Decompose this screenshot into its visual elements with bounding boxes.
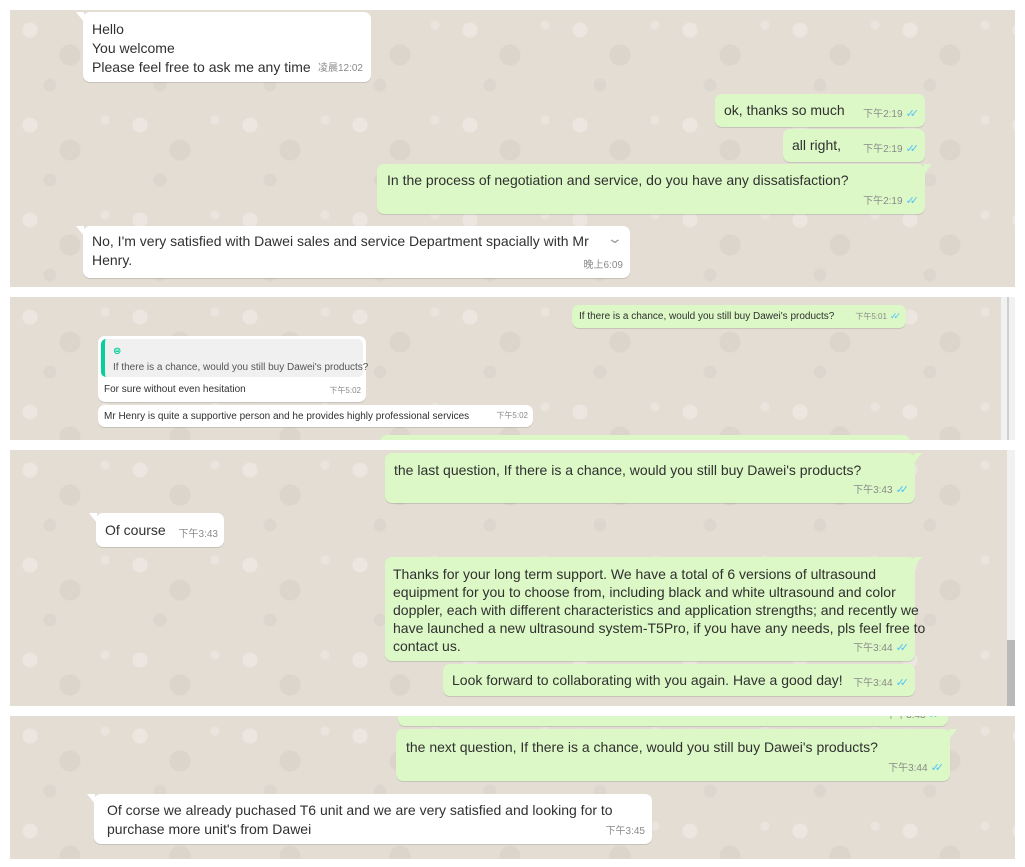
outgoing-message[interactable]: Look forward to collaborating with you a… (443, 664, 915, 696)
incoming-message[interactable]: Mr Henry is quite a supportive person an… (98, 405, 533, 427)
message-text: Of course (105, 522, 166, 538)
message-meta: 下午2:19 ✓✓ (863, 105, 919, 124)
incoming-message[interactable]: Of course 下午3:43 (89, 513, 224, 547)
outgoing-message[interactable]: the next question, If there is a chance,… (396, 729, 957, 781)
message-time: 下午3:43 (853, 485, 893, 496)
outgoing-message[interactable]: all right, 下午2:19 ✓✓ (783, 129, 925, 162)
message-text: If there is a chance, would you still bu… (579, 311, 835, 322)
message-text: the last question, If there is a chance,… (394, 462, 862, 478)
message-text: have launched a new ultrasound system-T5… (393, 620, 926, 636)
read-receipt-icon: ✓✓ (895, 677, 910, 689)
message-meta: 下午3:43 ✓✓ (886, 716, 942, 725)
chat-panel-1: Hello You welcome Please feel free to as… (10, 10, 1015, 287)
incoming-message[interactable]: No, I'm very satisfied with Dawei sales … (76, 226, 630, 278)
message-time: 晚上6:09 (583, 260, 623, 271)
incoming-message[interactable]: Of corse we already puchased T6 unit and… (87, 794, 652, 844)
message-text: Of corse we already puchased T6 unit and… (107, 802, 613, 818)
outgoing-message[interactable]: In the process of negotiation and servic… (377, 164, 932, 214)
message-text: Look forward to collaborating with you a… (452, 672, 843, 688)
message-meta: 下午3:44 ✓✓ (888, 759, 944, 778)
message-time: 下午3:43 (178, 529, 218, 540)
message-meta: 下午3:43 ✓✓ (853, 481, 909, 500)
message-time: 下午5:01 (855, 312, 887, 321)
message-meta: 下午5:01 ✓✓ (855, 307, 902, 326)
read-receipt-icon: ✓✓ (929, 716, 943, 725)
message-time: 凌晨12:02 (317, 63, 363, 74)
message-text: contact us. (393, 638, 461, 654)
read-receipt-icon: ✓✓ (895, 642, 910, 654)
message-text: For sure without even hesitation (104, 384, 246, 395)
read-receipt-icon: ✓✓ (905, 143, 920, 155)
incoming-message[interactable]: Hello You welcome Please feel free to as… (76, 12, 371, 82)
chat-panel-4: 下午3:43 ✓✓ the next question, If there is… (10, 716, 1015, 859)
message-text: In the process of negotiation and servic… (387, 172, 849, 188)
message-text: Mr Henry is quite a supportive person an… (104, 411, 470, 422)
message-text: You welcome (92, 40, 175, 56)
outgoing-message[interactable]: If there is a chance, would you still bu… (572, 305, 906, 328)
message-text: the next question, If there is a chance,… (406, 739, 878, 755)
read-receipt-icon: ✓✓ (930, 762, 945, 774)
message-time: 下午3:43 (886, 716, 925, 725)
message-time: 下午5:02 (329, 386, 361, 395)
scrollbar-thumb[interactable] (1007, 640, 1015, 706)
message-text: all right, (792, 137, 842, 153)
message-time: 下午2:19 (863, 196, 903, 207)
message-time: 下午2:19 (863, 144, 903, 155)
read-receipt-icon: ✓✓ (895, 484, 910, 496)
message-time: 下午3:44 (853, 643, 893, 654)
chat-panel-3: the last question, If there is a chance,… (10, 450, 1015, 706)
message-time: 下午3:44 (853, 678, 893, 689)
message-text: purchase more unit's from Dawei (107, 821, 312, 837)
outgoing-message-partial (380, 435, 910, 440)
message-meta: 下午3:44 ✓✓ (853, 639, 909, 658)
message-meta: 下午2:19 ✓✓ (863, 140, 919, 159)
read-receipt-icon: ✓✓ (889, 311, 901, 321)
outgoing-message-partial: 下午3:43 ✓✓ (398, 716, 948, 726)
quote-text: If there is a chance, would you still bu… (113, 362, 369, 373)
message-time: 下午3:44 (888, 763, 928, 774)
message-text: ok, thanks so much (724, 102, 845, 118)
read-receipt-icon: ✓✓ (905, 108, 920, 120)
chat-panel-2: If there is a chance, would you still bu… (10, 297, 1015, 440)
scrollbar-thumb[interactable] (1007, 297, 1009, 440)
quoted-message[interactable]: ⊜ If there is a chance, would you still … (101, 339, 368, 377)
message-meta: 下午3:44 ✓✓ (853, 674, 909, 693)
incoming-message[interactable]: ⊜ If there is a chance, would you still … (98, 336, 368, 402)
read-receipt-icon: ✓✓ (905, 195, 920, 207)
message-time: 下午2:19 (863, 109, 903, 120)
outgoing-message[interactable]: ok, thanks so much 下午2:19 ✓✓ (715, 94, 925, 127)
scrollbar[interactable] (1007, 450, 1015, 706)
message-text: Hello (92, 21, 124, 37)
outgoing-message[interactable]: the last question, If there is a chance,… (385, 453, 922, 503)
message-time: 下午3:45 (605, 826, 645, 837)
message-text: doppler, each with different characteris… (393, 602, 919, 618)
message-text: Thanks for your long term support. We ha… (393, 566, 876, 582)
chevron-down-icon[interactable]: ⌄ (607, 229, 623, 248)
message-time: 下午5:02 (496, 411, 528, 420)
message-text: Henry. (92, 252, 133, 268)
message-text: Please feel free to ask me any time (92, 59, 311, 75)
message-text: equipment for you to choose from, includ… (393, 584, 896, 600)
message-text: No, I'm very satisfied with Dawei sales … (92, 233, 589, 249)
message-meta: 下午2:19 ✓✓ (863, 192, 919, 211)
outgoing-message[interactable]: Thanks for your long term support. We ha… (385, 557, 925, 661)
scrollbar[interactable] (1001, 297, 1015, 440)
